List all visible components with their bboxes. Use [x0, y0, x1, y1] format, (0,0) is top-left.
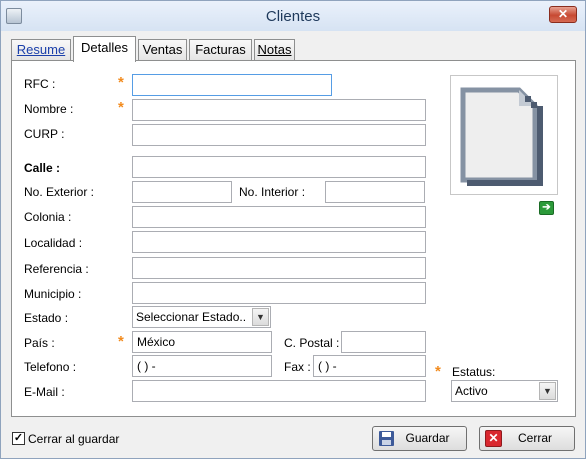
chevron-down-icon[interactable]: ▼ — [539, 382, 556, 400]
calle-label: Calle : — [24, 161, 61, 175]
localidad-input[interactable] — [132, 231, 426, 253]
close-on-save-label[interactable]: Cerrar al guardar — [28, 432, 119, 446]
pais-input[interactable]: México — [132, 331, 272, 353]
no-interior-input[interactable] — [325, 181, 425, 203]
telefono-label: Telefono : — [24, 360, 77, 374]
estado-label: Estado : — [24, 311, 69, 325]
municipio-label: Municipio : — [24, 287, 82, 301]
localidad-label: Localidad : — [24, 236, 83, 250]
tab-facturas[interactable]: Facturas — [189, 39, 252, 61]
tab-resume-label: Resume — [16, 42, 66, 57]
rfc-required-marker: * — [118, 74, 124, 91]
email-label: E-Mail : — [24, 385, 65, 399]
estatus-select[interactable]: Activo ▼ — [451, 380, 558, 402]
save-button-label: Guardar — [405, 431, 450, 445]
nombre-label: Nombre : — [24, 102, 74, 116]
telefono-input[interactable]: ( ) - — [132, 355, 272, 377]
referencia-input[interactable] — [132, 257, 426, 279]
tab-notas[interactable]: Notas — [254, 39, 295, 61]
fax-input[interactable]: ( ) - — [313, 355, 426, 377]
arrow-right-icon[interactable]: ➔ — [539, 201, 554, 215]
fax-label: Fax : — [284, 360, 311, 374]
title-bar[interactable]: Clientes ✕ — [1, 1, 585, 31]
curp-input[interactable] — [132, 124, 426, 146]
colonia-label: Colonia : — [24, 210, 72, 224]
tab-notas-label: Notas — [257, 42, 292, 57]
c-postal-input[interactable] — [341, 331, 426, 353]
estatus-label: Estatus: — [452, 365, 496, 379]
client-photo[interactable] — [450, 75, 558, 195]
estatus-required-marker: * — [435, 363, 441, 380]
tab-facturas-label: Facturas — [195, 42, 246, 57]
referencia-label: Referencia : — [24, 262, 89, 276]
no-exterior-label: No. Exterior : — [24, 185, 95, 199]
tab-ventas-label: Ventas — [142, 42, 183, 57]
nombre-input[interactable] — [132, 99, 426, 121]
email-input[interactable] — [132, 380, 426, 402]
close-on-save-checkbox[interactable]: ✓ — [12, 432, 25, 445]
window-title: Clientes — [265, 8, 321, 25]
colonia-input[interactable] — [132, 206, 426, 228]
municipio-input[interactable] — [132, 282, 426, 304]
estatus-select-value: Activo — [455, 384, 488, 398]
rfc-label: RFC : — [24, 77, 56, 91]
pais-label: País : — [24, 336, 55, 350]
estado-select[interactable]: Seleccionar Estado.. ▼ — [132, 306, 271, 328]
tab-resume[interactable]: Resume — [11, 39, 71, 61]
window-close-button[interactable]: ✕ — [549, 6, 577, 23]
chevron-down-icon[interactable]: ▼ — [252, 308, 269, 326]
nombre-required-marker: * — [118, 99, 124, 116]
save-button[interactable]: Guardar — [372, 426, 467, 451]
clientes-window: Clientes ✕ Resume Detalles Ventas Factur… — [0, 0, 586, 459]
cancel-button-label: Cerrar — [517, 431, 552, 445]
pais-required-marker: * — [118, 333, 124, 350]
c-postal-label: C. Postal : — [284, 336, 340, 350]
cancel-button[interactable]: ✕ Cerrar — [479, 426, 575, 451]
estado-select-value: Seleccionar Estado.. — [136, 310, 247, 324]
curp-label: CURP : — [24, 127, 65, 141]
tab-ventas[interactable]: Ventas — [138, 39, 187, 61]
tab-detalles[interactable]: Detalles — [73, 36, 136, 62]
no-interior-label: No. Interior : — [239, 185, 306, 199]
rfc-input[interactable] — [132, 74, 332, 96]
tab-detalles-label: Detalles — [81, 40, 128, 55]
calle-input[interactable] — [132, 156, 426, 178]
no-exterior-input[interactable] — [132, 181, 232, 203]
blank-document-icon — [460, 87, 543, 186]
